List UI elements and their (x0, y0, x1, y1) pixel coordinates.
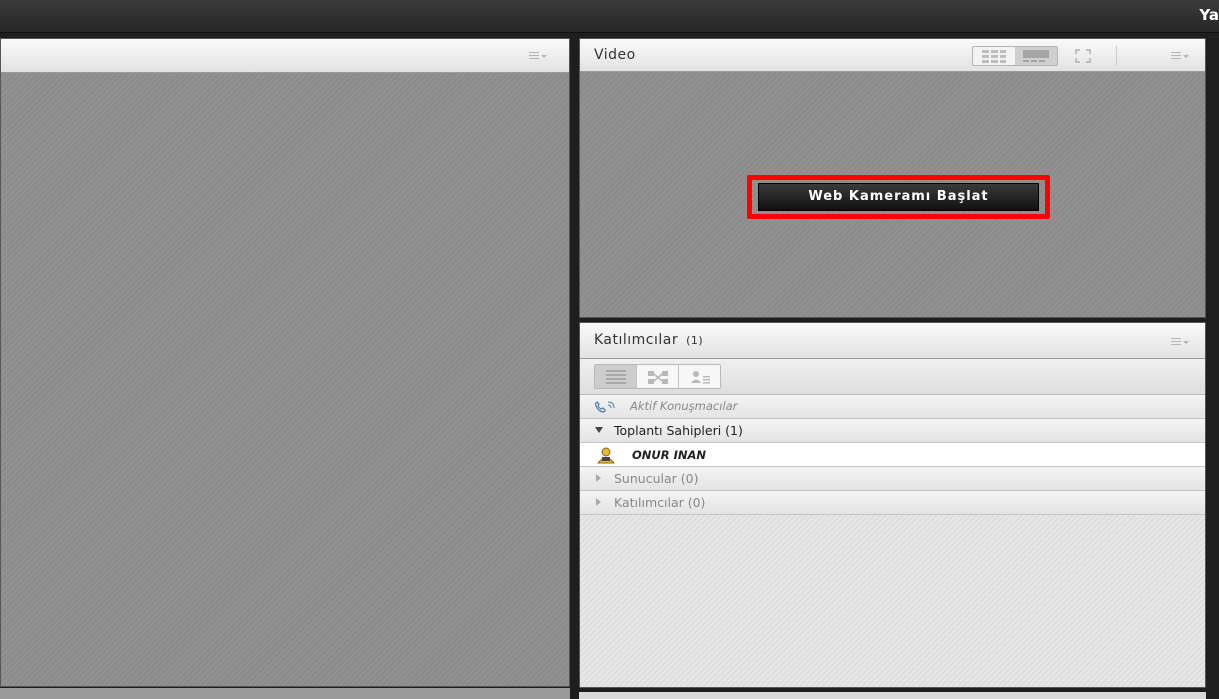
group-label: Sunucular (0) (614, 471, 699, 486)
group-label: Toplantı Sahipleri (1) (614, 423, 743, 438)
status-icon[interactable] (679, 365, 720, 388)
collapse-arrow-icon[interactable] (596, 474, 601, 482)
bottom-left-strip (0, 688, 570, 699)
attendee-row[interactable]: ONUR INAN (580, 443, 1205, 467)
group-row-presenters[interactable]: Sunucular (0) (580, 467, 1205, 491)
video-pod-header: Video (580, 39, 1205, 72)
start-webcam-button[interactable]: Web Kameramı Başlat (758, 183, 1039, 211)
attendees-toolbar (580, 359, 1205, 395)
top-bar-text: Ya (1199, 6, 1219, 24)
pod-menu-icon[interactable] (1171, 338, 1189, 346)
app-top-bar: Ya (0, 0, 1219, 33)
collapse-arrow-icon[interactable] (596, 498, 601, 506)
single-view-icon[interactable] (1015, 47, 1057, 65)
video-pod-title: Video (594, 47, 636, 63)
expand-arrow-icon[interactable] (595, 427, 603, 433)
header-separator (1116, 46, 1117, 66)
bottom-right-strip (579, 692, 1206, 699)
pod-menu-icon[interactable] (1171, 52, 1189, 60)
active-speakers-label: Aktif Konuşmacılar (630, 399, 738, 413)
pod-menu-icon[interactable] (529, 52, 547, 60)
attendees-view-group[interactable] (594, 364, 721, 389)
share-pod-header (1, 39, 569, 73)
group-row-participants[interactable]: Katılımcılar (0) (580, 491, 1205, 515)
attendees-pod: Katılımcılar (1) Aktif Konuşmacılar Topla… (579, 322, 1206, 688)
video-pod: Video Web Kameramı Başlat (579, 38, 1206, 318)
attendees-pod-title: Katılımcılar (1) (594, 332, 703, 348)
share-pod-stage (1, 73, 569, 686)
video-stage: Web Kameramı Başlat (580, 72, 1205, 317)
attendees-list-empty-area (580, 515, 1205, 687)
active-speakers-row[interactable]: Aktif Konuşmacılar (580, 395, 1205, 419)
breakout-icon[interactable] (637, 365, 679, 388)
attendee-name: ONUR INAN (632, 448, 707, 462)
list-view-icon[interactable] (595, 365, 637, 388)
video-view-toggle[interactable] (972, 46, 1058, 66)
phone-icon (594, 400, 622, 414)
attendee-count: (1) (686, 334, 704, 347)
fullscreen-icon[interactable] (1074, 48, 1092, 64)
share-pod (0, 38, 570, 687)
grid-view-icon[interactable] (973, 47, 1015, 65)
attendees-title-text: Katılımcılar (594, 332, 679, 348)
group-label: Katılımcılar (0) (614, 495, 706, 510)
attendees-pod-header: Katılımcılar (1) (580, 323, 1205, 359)
group-row-hosts[interactable]: Toplantı Sahipleri (1) (580, 419, 1205, 443)
host-user-icon (596, 446, 616, 464)
